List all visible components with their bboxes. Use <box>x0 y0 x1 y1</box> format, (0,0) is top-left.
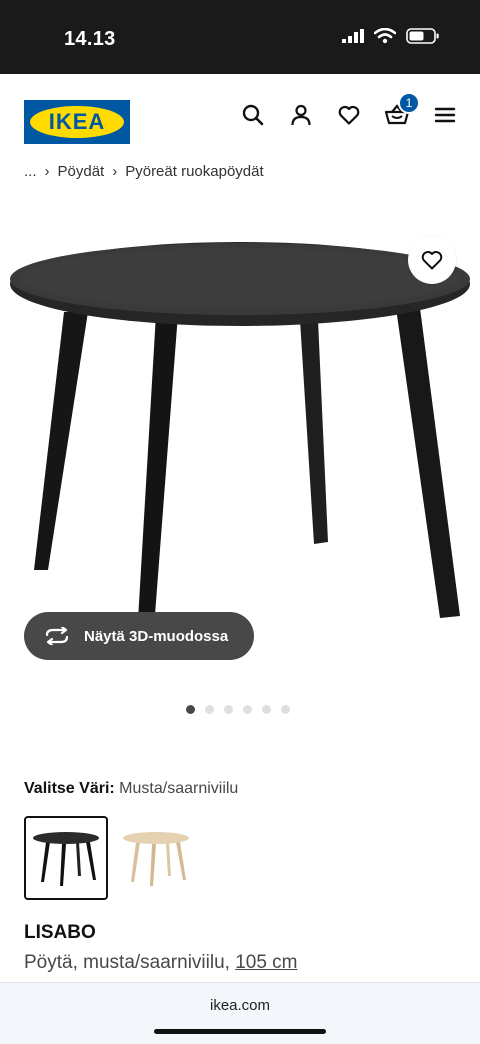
rotate-3d-icon <box>45 627 69 645</box>
product-desc-text: Pöytä, musta/saarniviilu, <box>24 952 230 973</box>
add-to-favourites-button[interactable] <box>408 236 456 284</box>
browser-url-bar[interactable]: ikea.com <box>0 982 480 1044</box>
url-text[interactable]: ikea.com <box>0 997 480 1014</box>
chevron-right-icon: › <box>44 162 50 180</box>
logo-text: IKEA <box>48 109 106 134</box>
product-size-link[interactable]: 105 cm <box>235 952 297 973</box>
product-description: Pöytä, musta/saarniviilu, 105 cm <box>24 952 298 974</box>
heart-icon <box>338 105 360 125</box>
black-table-thumbnail <box>33 832 99 886</box>
cart-count-badge: 1 <box>398 92 420 114</box>
color-option-ash[interactable] <box>114 816 198 900</box>
signal-icon <box>342 29 364 43</box>
product-name: LISABO <box>24 922 96 943</box>
favourites-button[interactable] <box>336 102 362 128</box>
color-option-black[interactable] <box>24 816 108 900</box>
logo-oval: IKEA <box>30 106 124 138</box>
chevron-right-icon: › <box>112 162 118 180</box>
cart-button[interactable]: 1 <box>384 92 420 128</box>
breadcrumb-item-poydat[interactable]: Pöydät <box>58 163 105 180</box>
view-3d-label: Näytä 3D-muodossa <box>84 627 229 645</box>
site-header: IKEA 1 <box>0 74 480 168</box>
home-indicator[interactable] <box>154 1029 326 1034</box>
carousel-dot[interactable] <box>262 705 271 714</box>
status-icons <box>342 28 440 44</box>
menu-button[interactable] <box>432 102 458 128</box>
battery-icon <box>406 28 439 44</box>
menu-icon <box>434 107 456 123</box>
account-button[interactable] <box>288 102 314 128</box>
carousel-dot[interactable] <box>186 705 195 714</box>
color-label-value: Musta/saarniviilu <box>119 780 239 797</box>
breadcrumb-item-round-tables[interactable]: Pyöreät ruokapöydät <box>125 163 263 180</box>
carousel-dot[interactable] <box>281 705 290 714</box>
carousel-dots <box>186 705 290 714</box>
search-button[interactable] <box>240 102 266 128</box>
view-3d-button[interactable]: Näytä 3D-muodossa <box>24 612 254 660</box>
ikea-logo[interactable]: IKEA <box>24 100 130 144</box>
color-selector-label: Valitse Väri: Musta/saarniviilu <box>24 780 238 798</box>
ash-table-thumbnail <box>123 832 189 886</box>
carousel-dot[interactable] <box>243 705 252 714</box>
status-time: 14.13 <box>64 28 116 50</box>
carousel-dot[interactable] <box>205 705 214 714</box>
color-label-title: Valitse Väri: <box>24 780 115 797</box>
status-bar: 14.13 <box>0 0 480 74</box>
breadcrumb: ... › Pöydät › Pyöreät ruokapöydät <box>24 160 264 182</box>
user-icon <box>291 104 311 126</box>
wifi-icon <box>374 28 396 44</box>
carousel-dot[interactable] <box>224 705 233 714</box>
breadcrumb-ellipsis[interactable]: ... <box>24 163 37 180</box>
search-icon <box>242 104 264 126</box>
heart-icon <box>421 251 443 270</box>
header-icons: 1 <box>240 92 458 128</box>
